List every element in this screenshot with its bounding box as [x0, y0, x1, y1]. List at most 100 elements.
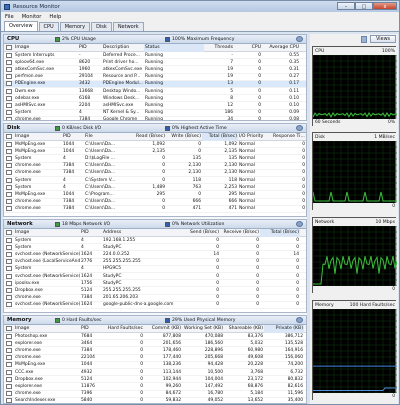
col-commit[interactable]: Commit (KB): [144, 325, 182, 333]
disk-table-row[interactable]: chrome.exe 7384 C:\Users\Da... 0 471 471 Norma…: [4, 206, 306, 213]
tab-cpu[interactable]: CPU: [38, 22, 59, 31]
col-receive[interactable]: Receive (B/sec): [220, 229, 260, 237]
row-checkbox[interactable]: [6, 170, 12, 176]
row-checkbox[interactable]: [6, 302, 12, 308]
col-response-time[interactable]: Response Ti...: [272, 133, 306, 141]
memory-section-header[interactable]: Memory 0 Hard Faults/sec 29% Used Physic…: [4, 316, 306, 325]
menu-monitor[interactable]: Monitor: [22, 14, 42, 20]
row-checkbox[interactable]: [6, 141, 12, 147]
tab-memory[interactable]: Memory: [59, 22, 91, 31]
collapse-icon[interactable]: [296, 221, 303, 227]
row-checkbox[interactable]: [6, 110, 12, 116]
col-private[interactable]: Private (KB): [264, 324, 304, 333]
row-checkbox[interactable]: [6, 102, 12, 108]
row-checkbox[interactable]: [6, 398, 12, 403]
row-checkbox[interactable]: [6, 347, 12, 353]
row-checkbox[interactable]: [6, 199, 12, 205]
row-checkbox[interactable]: [6, 244, 12, 250]
col-image[interactable]: Image: [14, 229, 80, 237]
row-checkbox[interactable]: [6, 287, 12, 293]
col-working-set[interactable]: Working Set (KB): [182, 325, 224, 333]
col-status[interactable]: Status: [144, 43, 204, 52]
disk-cell: 0: [302, 199, 305, 205]
row-checkbox[interactable]: [6, 148, 12, 154]
col-description[interactable]: Description: [102, 44, 144, 52]
row-checkbox[interactable]: [6, 333, 12, 339]
col-pid[interactable]: PID: [78, 44, 102, 52]
tab-disk[interactable]: Disk: [91, 22, 112, 31]
views-dropdown[interactable]: Views: [370, 35, 396, 43]
col-total[interactable]: Total (B/sec): [202, 132, 238, 141]
row-checkbox[interactable]: [6, 237, 12, 243]
col-average-cpu[interactable]: Average CPU: [262, 44, 300, 52]
row-checkbox[interactable]: [6, 383, 12, 389]
col-shareable[interactable]: Shareable (KB): [224, 325, 264, 333]
select-all-checkbox[interactable]: [6, 134, 12, 139]
menu-help[interactable]: Help: [49, 14, 61, 20]
row-checkbox[interactable]: [6, 251, 12, 257]
collapse-icon[interactable]: [296, 125, 303, 131]
row-checkbox[interactable]: [6, 95, 12, 101]
network-section-header[interactable]: Network 18 Mbps Network I/O 0% Network U…: [4, 220, 306, 229]
row-checkbox[interactable]: [6, 74, 12, 80]
collapse-icon[interactable]: [296, 36, 303, 42]
col-image[interactable]: Image: [14, 133, 62, 141]
cpu-section-header[interactable]: CPU 2% CPU Usage 100% Maximum Frequency: [4, 35, 306, 44]
col-address[interactable]: Address: [102, 229, 182, 237]
close-button[interactable]: x: [373, 2, 397, 10]
row-checkbox[interactable]: [6, 362, 12, 368]
col-image[interactable]: Image: [14, 325, 80, 333]
disk-cell: C:\Program...: [85, 191, 114, 197]
row-checkbox[interactable]: [6, 155, 12, 161]
row-checkbox[interactable]: [6, 259, 12, 265]
col-cpu[interactable]: CPU: [234, 44, 262, 52]
row-checkbox[interactable]: [6, 88, 12, 94]
network-table-row[interactable]: svchost.exe (NetworkService) 1624 google-p…: [4, 302, 306, 309]
select-all-checkbox[interactable]: [6, 45, 12, 50]
select-all-checkbox[interactable]: [6, 230, 12, 235]
collapse-icon[interactable]: [296, 317, 303, 323]
col-threads[interactable]: Threads: [204, 44, 234, 52]
col-pid[interactable]: PID: [80, 325, 100, 333]
row-checkbox[interactable]: [6, 66, 12, 72]
row-checkbox[interactable]: [6, 163, 12, 169]
menu-file[interactable]: File: [5, 14, 14, 20]
row-checkbox[interactable]: [6, 59, 12, 65]
row-checkbox[interactable]: [6, 177, 12, 183]
row-checkbox[interactable]: [6, 184, 12, 190]
cpu-table-row[interactable]: chrome.exe 7384 Google Chrome Running 34 0 0.0…: [4, 117, 306, 120]
row-checkbox[interactable]: [6, 117, 12, 120]
row-checkbox[interactable]: [6, 369, 12, 375]
row-checkbox[interactable]: [6, 340, 12, 346]
col-file[interactable]: File: [84, 133, 130, 141]
row-checkbox[interactable]: [6, 273, 12, 279]
row-checkbox[interactable]: [6, 81, 12, 87]
row-checkbox[interactable]: [6, 280, 12, 286]
select-all-checkbox[interactable]: [6, 326, 12, 331]
disk-cell: 0: [162, 163, 165, 169]
col-total[interactable]: Total (B/sec): [260, 228, 300, 237]
col-io-priority[interactable]: I/O Priority: [238, 133, 272, 141]
tab-overview[interactable]: Overview: [4, 21, 38, 31]
memory-table-row[interactable]: SearchIndexer.exe 5840 0 59,832 49,052 13,652…: [4, 398, 306, 403]
col-hard-faults[interactable]: Hard Faults/sec: [100, 325, 144, 333]
row-checkbox[interactable]: [6, 52, 12, 58]
col-pid[interactable]: PID: [80, 229, 102, 237]
expand-graphs-icon[interactable]: [361, 35, 368, 43]
disk-section-header[interactable]: Disk 0 KB/sec Disk I/O 0% Highest Active…: [4, 124, 306, 133]
row-checkbox[interactable]: [6, 376, 12, 382]
col-send[interactable]: Send (B/sec): [182, 229, 220, 237]
row-checkbox[interactable]: [6, 295, 12, 301]
maximize-button[interactable]: □: [355, 2, 373, 10]
col-read[interactable]: Read (B/sec): [130, 133, 166, 141]
row-checkbox[interactable]: [6, 391, 12, 397]
col-write[interactable]: Write (B/sec): [166, 133, 202, 141]
col-image[interactable]: Image: [14, 44, 78, 52]
minimize-button[interactable]: –: [337, 2, 355, 10]
col-pid[interactable]: PID: [62, 133, 84, 141]
tab-network[interactable]: Network: [112, 22, 144, 31]
row-checkbox[interactable]: [6, 266, 12, 272]
row-checkbox[interactable]: [6, 355, 12, 361]
row-checkbox[interactable]: [6, 191, 12, 197]
row-checkbox[interactable]: [6, 206, 12, 212]
